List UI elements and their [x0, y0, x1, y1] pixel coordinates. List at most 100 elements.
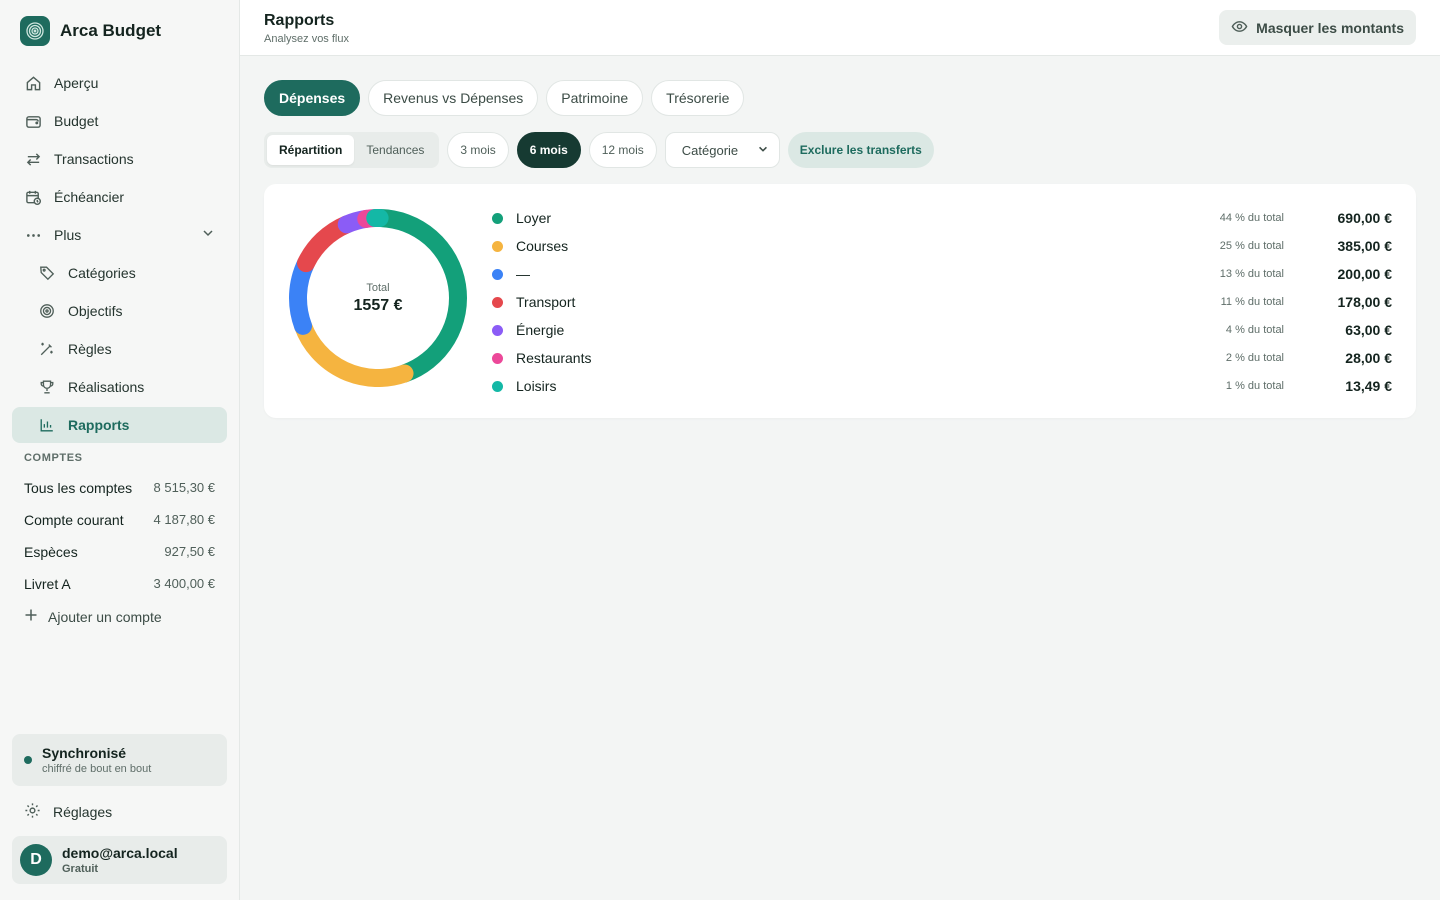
legend: Loyer 44 % du total 690,00 € Courses 25 …: [492, 204, 1392, 400]
hide-amounts-label: Masquer les montants: [1256, 19, 1404, 36]
legend-amount: 178,00 €: [1337, 294, 1393, 310]
account-balance: 8 515,30 €: [153, 480, 215, 495]
tab-revenus-vs-depenses[interactable]: Revenus vs Dépenses: [368, 80, 539, 116]
nav-item-realisations[interactable]: Réalisations: [12, 369, 227, 405]
more-icon: [24, 226, 42, 244]
legend-percent: 44 % du total: [1219, 212, 1284, 224]
legend-amount: 200,00 €: [1337, 266, 1393, 282]
tab-tresorerie[interactable]: Trésorerie: [651, 80, 745, 116]
account-row[interactable]: Espèces 927,50 €: [24, 544, 215, 560]
period-6-months-button[interactable]: 6 mois: [516, 132, 581, 168]
nav-label: Règles: [68, 341, 112, 357]
view-tendances-button[interactable]: Tendances: [354, 135, 436, 165]
account-row[interactable]: Compte courant 4 187,80 €: [24, 512, 215, 528]
view-repartition-button[interactable]: Répartition: [267, 135, 355, 165]
nav-item-apercu[interactable]: Aperçu: [12, 65, 227, 101]
gear-icon: [24, 802, 41, 822]
donut-center-label: Total: [366, 282, 390, 294]
account-name: Livret A: [24, 576, 71, 592]
view-toggle: Répartition Tendances: [264, 132, 440, 168]
donut-slice-0[interactable]: [370, 209, 467, 383]
account-row[interactable]: Tous les comptes 8 515,30 €: [24, 480, 215, 496]
nav-item-objectifs[interactable]: Objectifs: [12, 293, 227, 329]
accounts-title: COMPTES: [24, 452, 83, 464]
account-name: Compte courant: [24, 512, 124, 528]
legend-row[interactable]: Énergie 4 % du total 63,00 €: [492, 316, 1392, 344]
account-name: Espèces: [24, 544, 78, 560]
tab-patrimoine[interactable]: Patrimoine: [546, 80, 644, 116]
target-icon: [38, 302, 56, 320]
legend-row[interactable]: Loyer 44 % du total 690,00 €: [492, 204, 1392, 232]
nav-label: Objectifs: [68, 303, 123, 319]
nav-item-rapports[interactable]: Rapports: [12, 407, 227, 443]
nav-label: Réalisations: [68, 379, 145, 395]
donut-slice-1[interactable]: [294, 316, 414, 387]
legend-category: Restaurants: [516, 350, 592, 366]
wallet-icon: [24, 112, 42, 130]
legend-row[interactable]: Courses 25 % du total 385,00 €: [492, 232, 1392, 260]
settings-link[interactable]: Réglages: [24, 802, 112, 822]
nav-label: Catégories: [68, 265, 136, 281]
legend-amount: 63,00 €: [1345, 322, 1392, 338]
user-plan: Gratuit: [62, 863, 99, 875]
period-12-months-button[interactable]: 12 mois: [588, 132, 657, 168]
tab-depenses[interactable]: Dépenses: [264, 80, 361, 116]
legend-row[interactable]: — 13 % du total 200,00 €: [492, 260, 1392, 288]
nav-item-plus[interactable]: Plus: [12, 217, 227, 253]
breakdown-card: Total 1557 € Loyer 44 % du total 690,00 …: [264, 184, 1416, 418]
legend-row[interactable]: Loisirs 1 % du total 13,49 €: [492, 372, 1392, 400]
calendar-clock-icon: [24, 188, 42, 206]
nav-label: Transactions: [54, 151, 134, 167]
legend-swatch: [492, 240, 503, 252]
legend-category: —: [516, 266, 530, 282]
legend-percent: 25 % du total: [1219, 240, 1284, 252]
account-row[interactable]: Livret A 3 400,00 €: [24, 576, 215, 592]
nav-item-regles[interactable]: Règles: [12, 331, 227, 367]
nav-label: Échéancier: [54, 189, 125, 205]
donut-slice-2[interactable]: [289, 254, 316, 335]
legend-swatch: [492, 212, 503, 224]
group-by-select[interactable]: Catégorie: [664, 132, 780, 168]
report-filters: Répartition Tendances 3 mois 6 mois 12 m…: [264, 132, 934, 168]
add-account-button[interactable]: Ajouter un compte: [24, 608, 162, 625]
trophy-icon: [38, 378, 56, 396]
hide-amounts-button[interactable]: Masquer les montants: [1219, 10, 1416, 45]
account-balance: 4 187,80 €: [153, 512, 215, 527]
legend-row[interactable]: Restaurants 2 % du total 28,00 €: [492, 344, 1392, 372]
legend-category: Loyer: [516, 210, 552, 226]
legend-swatch: [492, 296, 503, 308]
group-by-value: Catégorie: [681, 142, 739, 158]
logo-icon: [20, 16, 50, 46]
sync-status-text: Synchronisé: [42, 745, 127, 761]
legend-category: Énergie: [516, 322, 565, 338]
period-3-months-button[interactable]: 3 mois: [447, 132, 509, 168]
eye-icon: [1231, 18, 1248, 38]
legend-swatch: [492, 380, 503, 392]
nav-item-echeancier[interactable]: Échéancier: [12, 179, 227, 215]
nav-item-transactions[interactable]: Transactions: [12, 141, 227, 177]
legend-percent: 1 % du total: [1225, 380, 1284, 392]
user-card[interactable]: D demo@arca.local Gratuit: [12, 836, 227, 884]
account-balance: 3 400,00 €: [153, 576, 215, 591]
legend-swatch: [492, 352, 503, 364]
home-icon: [24, 74, 42, 92]
account-balance: 927,50 €: [164, 544, 215, 559]
user-email: demo@arca.local: [62, 845, 178, 861]
nav-item-categories[interactable]: Catégories: [12, 255, 227, 291]
brand[interactable]: Arca Budget: [20, 16, 161, 46]
nav-label: Plus: [54, 227, 82, 243]
chevron-down-icon: [201, 226, 215, 243]
nav-label: Aperçu: [54, 75, 99, 91]
legend-amount: 13,49 €: [1345, 378, 1392, 394]
legend-row[interactable]: Transport 11 % du total 178,00 €: [492, 288, 1392, 316]
legend-percent: 11 % du total: [1220, 296, 1284, 308]
nav-item-budget[interactable]: Budget: [12, 103, 227, 139]
exclude-transfers-toggle[interactable]: Exclure les transferts: [787, 132, 934, 168]
legend-amount: 385,00 €: [1337, 238, 1393, 254]
sync-status: Synchronisé chiffré de bout en bout: [12, 734, 227, 786]
legend-percent: 4 % du total: [1225, 324, 1284, 336]
legend-percent: 2 % du total: [1225, 352, 1284, 364]
wand-icon: [38, 340, 56, 358]
transfer-icon: [24, 150, 42, 168]
report-tabs: Dépenses Revenus vs Dépenses Patrimoine …: [264, 80, 745, 116]
